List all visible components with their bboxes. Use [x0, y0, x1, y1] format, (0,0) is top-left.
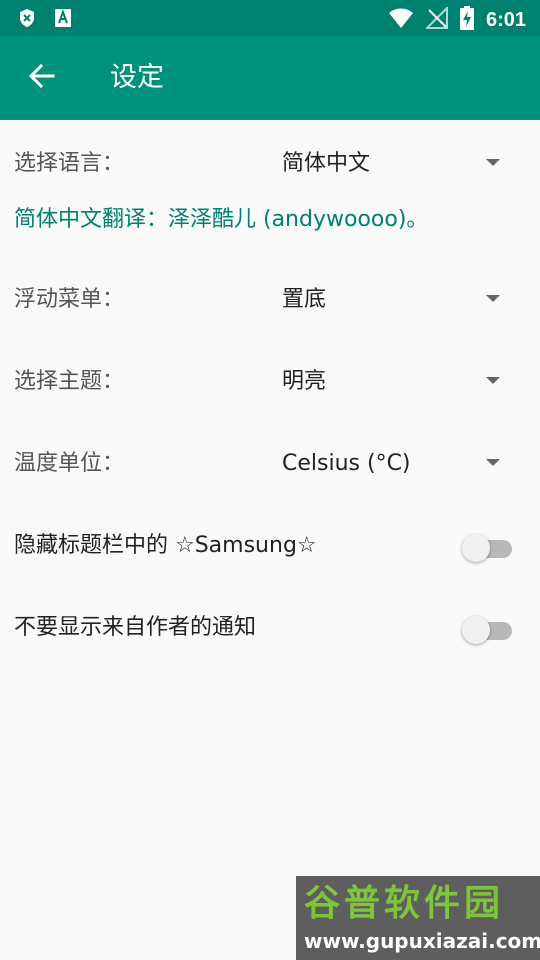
floating-menu-label: 浮动菜单： [14, 287, 125, 312]
language-setting-row: 选择语言： 简体中文 [0, 134, 540, 194]
language-dropdown[interactable]: 简体中文 [276, 142, 516, 186]
dropdown-arrow-icon [486, 377, 500, 384]
battery-charging-icon [459, 6, 474, 34]
hide-title-switch[interactable] [462, 534, 512, 562]
watermark-logo: 谷普软件园 www.gupuxiazai.com [296, 876, 540, 960]
language-label: 选择语言： [14, 151, 125, 176]
shield-x-icon [18, 8, 36, 32]
floating-menu-value: 置底 [282, 287, 327, 312]
page-title: 设定 [110, 62, 164, 93]
status-bar-right: 6:01 [388, 5, 526, 34]
wifi-icon [388, 7, 414, 33]
font-a-icon [54, 8, 72, 32]
hide-title-setting-row: 隐藏标题栏中的 ☆Samsung☆ [0, 516, 540, 576]
temperature-unit-setting-row: 温度单位： Celsius (°C) [0, 434, 540, 494]
hide-notifications-label: 不要显示来自作者的通知 [14, 615, 257, 640]
temperature-unit-label: 温度单位： [14, 451, 125, 476]
app-bar: 设定 [0, 36, 540, 120]
temperature-unit-value: Celsius (°C) [282, 451, 411, 476]
switch-thumb [462, 616, 490, 644]
arrow-left-icon [28, 63, 55, 93]
watermark-title: 谷普软件园 [304, 883, 505, 924]
theme-value: 明亮 [282, 369, 327, 394]
dropdown-arrow-icon [486, 295, 500, 302]
floating-menu-setting-row: 浮动菜单： 置底 [0, 270, 540, 330]
theme-dropdown[interactable]: 明亮 [276, 360, 516, 404]
status-bar: 6:01 [0, 0, 540, 36]
switch-thumb [462, 534, 490, 562]
dropdown-arrow-icon [486, 159, 500, 166]
hide-notifications-setting-row: 不要显示来自作者的通知 [0, 598, 540, 658]
temperature-unit-dropdown[interactable]: Celsius (°C) [276, 442, 516, 486]
theme-label: 选择主题： [14, 369, 125, 394]
translator-note: 简体中文翻译：泽泽酷儿 (andywoooo)。 [14, 207, 429, 232]
hide-notifications-switch[interactable] [462, 616, 512, 644]
watermark-url: www.gupuxiazai.com [304, 929, 540, 953]
dropdown-arrow-icon [486, 459, 500, 466]
status-bar-left [18, 8, 72, 32]
floating-menu-dropdown[interactable]: 置底 [276, 278, 516, 322]
status-time: 6:01 [485, 9, 526, 31]
hide-title-label: 隐藏标题栏中的 ☆Samsung☆ [14, 533, 317, 558]
no-signal-icon [424, 5, 448, 33]
back-button[interactable] [20, 56, 64, 100]
theme-setting-row: 选择主题： 明亮 [0, 352, 540, 412]
language-value: 简体中文 [282, 151, 371, 176]
